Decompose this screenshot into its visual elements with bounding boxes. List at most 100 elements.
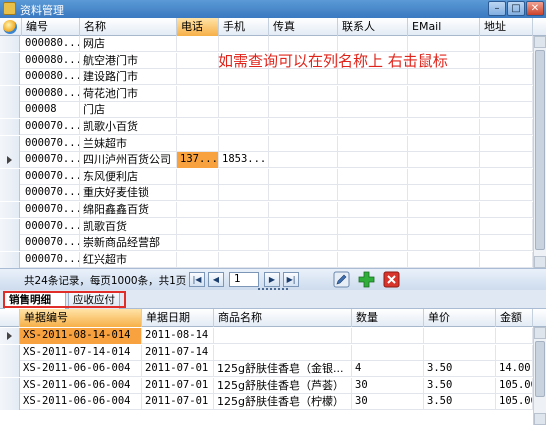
cell-product[interactable]: 125g舒肤佳香皂（金银... [214, 361, 352, 377]
cell-contact[interactable] [338, 69, 408, 86]
cell-doc-no[interactable]: XS-2011-07-14-014 [20, 344, 142, 361]
cell-mobile[interactable] [219, 235, 269, 252]
prev-page-button[interactable]: ◀ [208, 272, 224, 287]
cell-address[interactable] [480, 218, 533, 235]
cell-product[interactable] [214, 328, 352, 344]
cell-doc-date[interactable]: 2011-07-01 [142, 377, 214, 394]
row-header[interactable] [0, 218, 20, 235]
cell-address[interactable] [480, 185, 533, 202]
column-header-code[interactable]: 编号 [22, 18, 80, 36]
cell-address[interactable] [480, 36, 533, 52]
last-page-button[interactable]: ▶| [283, 272, 299, 287]
minimize-button[interactable]: – [488, 1, 506, 16]
page-number-input[interactable]: 1 [229, 272, 259, 287]
cell-code[interactable]: 000070... [22, 251, 80, 268]
cell-fax[interactable] [269, 218, 338, 235]
cell-phone[interactable] [177, 218, 219, 235]
sales-row[interactable]: XS-2011-06-06-004 2011-07-01 125g舒肤佳香皂（金银.… [0, 361, 546, 377]
cell-mobile[interactable] [219, 218, 269, 235]
cell-code[interactable]: 000070... [22, 135, 80, 152]
maximize-button[interactable]: □ [507, 1, 525, 16]
row-header[interactable] [0, 377, 20, 394]
cell-contact[interactable] [338, 85, 408, 102]
column-header-doc-no[interactable]: 单据编号 [20, 309, 142, 327]
cell-amount[interactable]: 14.00 [496, 361, 533, 377]
customer-grid-scrollbar[interactable] [533, 36, 546, 268]
cell-name[interactable]: 网店 [80, 36, 177, 52]
cell-phone[interactable] [177, 251, 219, 268]
cell-email[interactable] [408, 119, 480, 135]
row-header[interactable] [0, 52, 20, 69]
cell-price[interactable]: 3.50 [424, 377, 496, 394]
sales-grid-scrollbar[interactable] [533, 327, 546, 425]
cell-mobile[interactable] [219, 185, 269, 202]
cell-phone[interactable] [177, 119, 219, 135]
cell-mobile[interactable] [219, 85, 269, 102]
cell-price[interactable] [424, 328, 496, 344]
cell-amount[interactable]: 105.00 [496, 377, 533, 394]
column-header-name[interactable]: 名称 [80, 18, 177, 36]
column-header-price[interactable]: 单价 [424, 309, 496, 327]
cell-code[interactable]: 000070... [22, 202, 80, 218]
cell-mobile[interactable] [219, 135, 269, 152]
cell-code[interactable]: 000080... [22, 52, 80, 69]
cell-address[interactable] [480, 235, 533, 252]
cell-contact[interactable] [338, 251, 408, 268]
column-header-qty[interactable]: 数量 [352, 309, 424, 327]
cell-phone[interactable] [177, 135, 219, 152]
customer-row[interactable]: 000070... 兰妹超市 [0, 135, 546, 152]
column-header-email[interactable]: EMail [408, 18, 480, 36]
cell-email[interactable] [408, 135, 480, 152]
sales-scroll-down-button[interactable] [534, 413, 546, 425]
cell-doc-no[interactable]: XS-2011-06-06-004 [20, 377, 142, 394]
cell-qty[interactable] [352, 344, 424, 361]
cell-contact[interactable] [338, 185, 408, 202]
sales-row[interactable]: XS-2011-06-06-004 2011-07-01 125g舒肤佳香皂（芦荟）… [0, 377, 546, 394]
customer-row[interactable]: 000070... 崇新商品经营部 [0, 235, 546, 252]
row-header[interactable] [0, 202, 20, 218]
cell-qty[interactable]: 30 [352, 394, 424, 410]
row-header[interactable] [0, 361, 20, 377]
column-header-fax[interactable]: 传真 [269, 18, 338, 36]
cell-email[interactable] [408, 85, 480, 102]
cell-product[interactable] [214, 344, 352, 361]
cell-fax[interactable] [269, 135, 338, 152]
cell-phone[interactable] [177, 168, 219, 185]
sales-row[interactable]: XS-2011-08-14-014 2011-08-14 [0, 328, 546, 344]
customer-row[interactable]: 000070... 东风便利店 [0, 168, 546, 185]
column-header-mobile[interactable]: 手机 [219, 18, 269, 36]
column-header-address[interactable]: 地址 [480, 18, 533, 36]
cell-mobile[interactable] [219, 202, 269, 218]
row-header[interactable] [0, 135, 20, 152]
customer-row[interactable]: 00008 门店 [0, 102, 546, 119]
customer-row[interactable]: 000080... 建设路门市 [0, 69, 546, 86]
cell-fax[interactable] [269, 235, 338, 252]
row-header[interactable] [0, 85, 20, 102]
customer-row[interactable]: 000080... 荷花池门市 [0, 85, 546, 102]
scroll-up-button[interactable] [534, 36, 546, 48]
cell-email[interactable] [408, 168, 480, 185]
cell-mobile[interactable] [219, 119, 269, 135]
add-icon[interactable] [358, 271, 375, 288]
next-page-button[interactable]: ▶ [264, 272, 280, 287]
cell-doc-no[interactable]: XS-2011-06-06-004 [20, 361, 142, 377]
grid-corner[interactable] [0, 18, 22, 36]
sales-scroll-up-button[interactable] [534, 327, 546, 339]
cell-address[interactable] [480, 152, 533, 169]
cell-amount[interactable] [496, 328, 533, 344]
scroll-down-button[interactable] [534, 256, 546, 268]
row-header[interactable] [0, 235, 20, 252]
cell-mobile[interactable]: 1853... [219, 152, 269, 169]
cell-fax[interactable] [269, 251, 338, 268]
cell-contact[interactable] [338, 218, 408, 235]
edit-icon[interactable] [333, 271, 350, 288]
cell-email[interactable] [408, 69, 480, 86]
cell-code[interactable]: 000080... [22, 85, 80, 102]
cell-address[interactable] [480, 168, 533, 185]
cell-doc-no[interactable]: XS-2011-08-14-014 [20, 328, 142, 344]
cell-name[interactable]: 门店 [80, 102, 177, 119]
cell-name[interactable]: 红兴超市 [80, 251, 177, 268]
cell-name[interactable]: 重庆好麦佳锁 [80, 185, 177, 202]
row-header[interactable] [0, 36, 20, 52]
cell-qty[interactable]: 4 [352, 361, 424, 377]
